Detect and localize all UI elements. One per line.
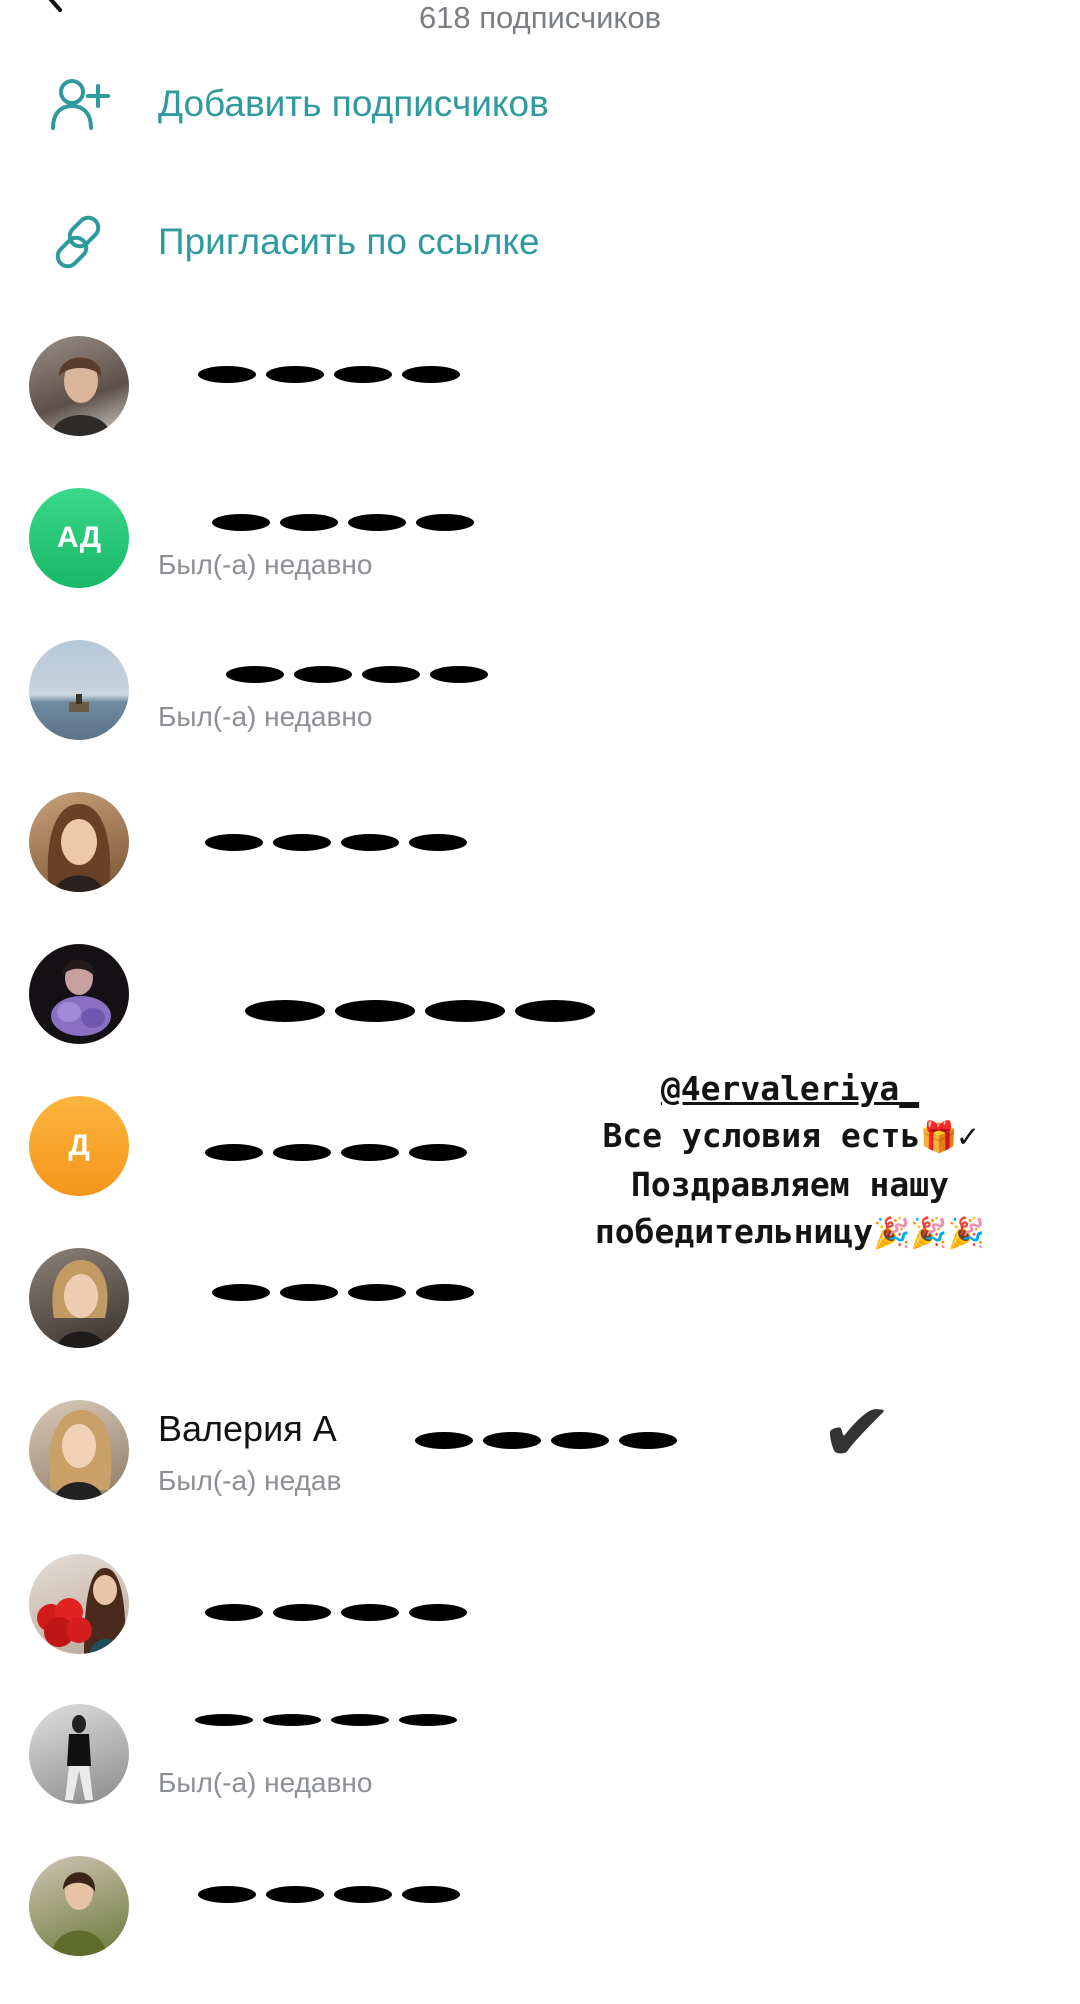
avatar-initials: Д bbox=[68, 1129, 90, 1162]
member-row[interactable] bbox=[0, 1548, 1080, 1700]
redaction-mark bbox=[212, 514, 474, 534]
avatar: Д bbox=[29, 1096, 129, 1196]
big-check-icon: ✔ bbox=[816, 1382, 896, 1484]
party-emoji: 🎉🎉🎉 bbox=[873, 1216, 986, 1251]
redaction-mark bbox=[195, 1714, 457, 1734]
redaction-mark bbox=[205, 1604, 467, 1624]
member-name: Валерия А bbox=[158, 1408, 337, 1449]
check-mark-icon: ✓ bbox=[957, 1116, 978, 1155]
avatar bbox=[29, 1248, 129, 1348]
add-user-icon bbox=[48, 72, 112, 136]
redaction-mark bbox=[205, 834, 467, 854]
redaction-mark bbox=[226, 666, 488, 686]
winner-handle: @4ervaleriya_ bbox=[660, 1069, 920, 1108]
avatar bbox=[29, 792, 129, 892]
add-subscribers-row[interactable]: Добавить подписчиков bbox=[0, 42, 1080, 162]
caption-line-winner: победительницу🎉🎉🎉 bbox=[594, 1212, 986, 1251]
member-row[interactable]: Был(-а) недавно bbox=[0, 636, 1080, 788]
avatar: АД bbox=[29, 488, 129, 588]
member-status: Был(-а) недавно bbox=[158, 701, 373, 732]
member-status: Был(-а) недав bbox=[158, 1465, 342, 1496]
subscriber-count: 618 подписчиков bbox=[418, 0, 662, 35]
member-row-winner[interactable]: Валерия А Был(-а) недав bbox=[0, 1396, 1080, 1548]
member-row[interactable] bbox=[0, 1244, 1080, 1396]
member-status: Был(-а) недавно bbox=[158, 1767, 373, 1798]
member-row[interactable]: Был(-а) недавно bbox=[0, 1700, 1080, 1852]
invite-by-link-label: Пригласить по ссылке bbox=[158, 221, 540, 262]
avatar bbox=[29, 1400, 129, 1500]
redaction-mark bbox=[245, 1000, 595, 1022]
redaction-mark bbox=[212, 1284, 474, 1304]
member-row[interactable] bbox=[0, 788, 1080, 940]
story-caption: @4ervaleriya_ Все условия есть🎁✓ Поздрав… bbox=[520, 1065, 1060, 1257]
avatar bbox=[29, 1554, 129, 1654]
redaction-mark bbox=[198, 1886, 460, 1906]
avatar bbox=[29, 336, 129, 436]
member-status: Был(-а) недавно bbox=[158, 549, 373, 580]
avatar bbox=[29, 944, 129, 1044]
avatar bbox=[29, 1856, 129, 1956]
redaction-mark bbox=[198, 366, 460, 386]
member-row[interactable] bbox=[0, 1852, 1080, 2004]
link-icon bbox=[48, 210, 112, 274]
gift-emoji: 🎁 bbox=[920, 1120, 958, 1155]
redaction-mark bbox=[415, 1432, 677, 1452]
member-row[interactable]: АД Был(-а) недавно bbox=[0, 482, 1080, 634]
caption-line-congrats: Поздравляем нашу bbox=[631, 1165, 949, 1204]
redaction-mark bbox=[205, 1144, 467, 1164]
avatar-initials: АД bbox=[56, 521, 102, 554]
invite-by-link-row[interactable]: Пригласить по ссылке bbox=[0, 180, 1080, 300]
avatar bbox=[29, 640, 129, 740]
add-subscribers-label: Добавить подписчиков bbox=[158, 83, 549, 124]
member-row[interactable] bbox=[0, 330, 1080, 482]
avatar bbox=[29, 1704, 129, 1804]
caption-line-conditions: Все условия есть🎁✓ bbox=[602, 1116, 978, 1155]
